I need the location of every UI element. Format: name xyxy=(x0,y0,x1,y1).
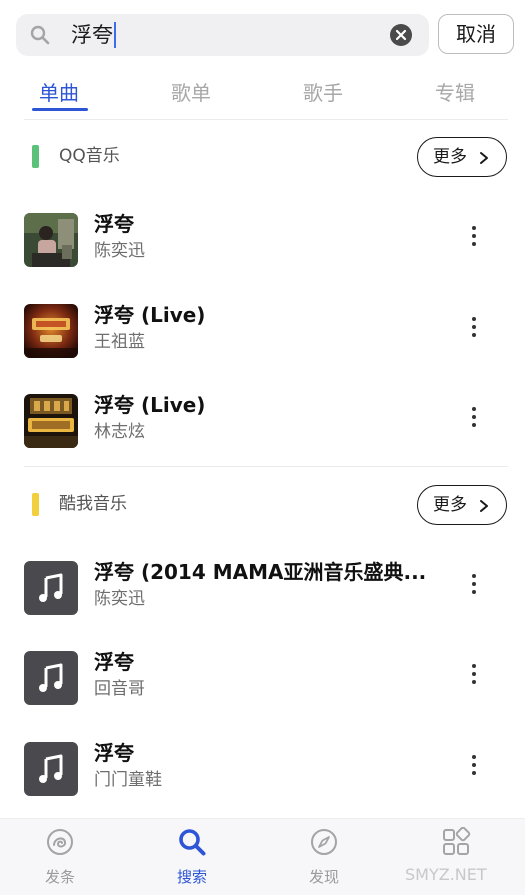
more-button-kuwo-music[interactable]: 更多 xyxy=(417,485,507,525)
song-artist: 王祖蓝 xyxy=(94,332,145,352)
search-input[interactable]: 浮夸 xyxy=(16,14,429,56)
music-note-icon xyxy=(39,573,63,602)
more-options-icon[interactable] xyxy=(466,571,482,601)
watermark-text: SMYZ.NET xyxy=(405,865,487,884)
tab-songs[interactable]: 单曲 xyxy=(39,80,79,106)
song-title: 浮夸 (Live) xyxy=(94,393,206,417)
chevron-right-icon xyxy=(480,500,488,512)
clear-icon[interactable] xyxy=(390,24,412,46)
song-title: 浮夸 (Live) xyxy=(94,303,206,327)
nav-item-fatiao[interactable]: 发条 xyxy=(15,819,105,895)
album-cover xyxy=(24,394,78,448)
section-divider xyxy=(24,466,508,467)
album-cover xyxy=(24,561,78,615)
song-row[interactable]: 浮夸 陈奕迅 xyxy=(0,204,525,294)
nav-label: 搜索 xyxy=(176,868,207,886)
album-cover xyxy=(24,651,78,705)
song-row[interactable]: 浮夸 门门童鞋 xyxy=(0,733,525,823)
section-header-kuwo-music: 酷我音乐 更多 xyxy=(0,485,525,529)
chevron-right-icon xyxy=(480,152,488,164)
result-tabs: 单曲 歌单 歌手 专辑 xyxy=(0,72,525,120)
song-artist: 陈奕迅 xyxy=(94,589,145,609)
music-note-icon xyxy=(39,754,63,783)
tab-playlists[interactable]: 歌单 xyxy=(171,80,211,106)
text-caret xyxy=(114,22,116,48)
search-icon xyxy=(179,829,206,856)
nav-label: 发现 xyxy=(308,868,339,886)
song-title: 浮夸 xyxy=(94,212,134,236)
section-accent-bar xyxy=(32,145,39,168)
song-artist: 门门童鞋 xyxy=(94,770,162,790)
more-options-icon[interactable] xyxy=(466,752,482,782)
song-artist: 回音哥 xyxy=(94,679,145,699)
tab-albums[interactable]: 专辑 xyxy=(435,80,475,106)
grid-icon xyxy=(443,827,471,855)
song-row[interactable]: 浮夸 (Live) 林志炫 xyxy=(0,385,525,475)
music-note-icon xyxy=(39,663,63,692)
tabs-divider xyxy=(24,119,508,120)
album-cover xyxy=(24,213,78,267)
album-cover xyxy=(24,304,78,358)
section-header-qq-music: QQ音乐 更多 xyxy=(0,137,525,181)
song-row[interactable]: 浮夸 (Live) 王祖蓝 xyxy=(0,295,525,385)
section-title: QQ音乐 xyxy=(59,146,120,166)
more-options-icon[interactable] xyxy=(466,223,482,253)
nav-item-search[interactable]: 搜索 xyxy=(147,819,237,895)
song-row[interactable]: 浮夸 (2014 MAMA亚洲音乐盛典... 陈奕迅 xyxy=(0,552,525,642)
section-accent-bar xyxy=(32,493,39,516)
search-query-text: 浮夸 xyxy=(71,22,116,48)
song-artist: 陈奕迅 xyxy=(94,241,145,261)
song-title: 浮夸 xyxy=(94,650,134,674)
cancel-button[interactable]: 取消 xyxy=(438,14,514,54)
more-options-icon[interactable] xyxy=(466,314,482,344)
more-options-icon[interactable] xyxy=(466,404,482,434)
more-button-label: 更多 xyxy=(433,147,467,167)
search-row: 浮夸 取消 xyxy=(16,14,516,56)
bottom-nav: 发条 搜索 发现 SMYZ.NET xyxy=(0,818,525,895)
tab-artists[interactable]: 歌手 xyxy=(303,80,343,106)
song-title: 浮夸 (2014 MAMA亚洲音乐盛典... xyxy=(94,560,427,584)
more-button-label: 更多 xyxy=(433,495,467,515)
active-tab-indicator xyxy=(32,108,88,111)
more-options-icon[interactable] xyxy=(466,661,482,691)
song-row[interactable]: 浮夸 回音哥 xyxy=(0,642,525,732)
search-icon xyxy=(30,25,50,45)
section-title: 酷我音乐 xyxy=(59,494,127,514)
nav-item-discover[interactable]: 发现 xyxy=(279,819,369,895)
song-title: 浮夸 xyxy=(94,741,134,765)
more-button-qq-music[interactable]: 更多 xyxy=(417,137,507,177)
album-cover xyxy=(24,742,78,796)
song-artist: 林志炫 xyxy=(94,422,145,442)
swirl-icon xyxy=(47,829,73,855)
nav-label: 发条 xyxy=(44,868,75,886)
compass-icon xyxy=(311,829,337,855)
